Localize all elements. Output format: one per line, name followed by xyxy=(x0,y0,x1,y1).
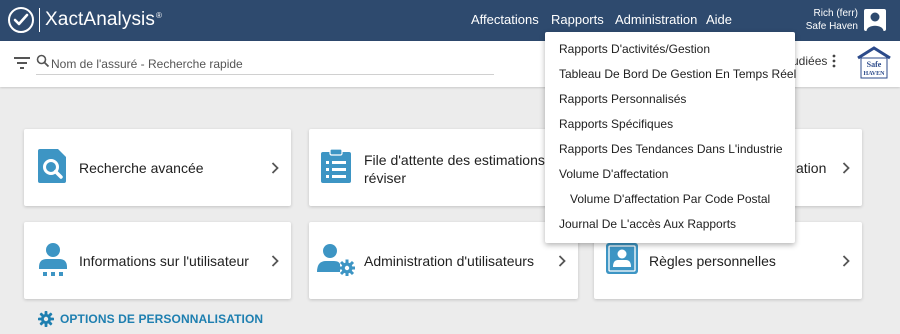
user-info[interactable]: Rich (ferr) Safe Haven xyxy=(806,7,858,33)
nav-aide[interactable]: Aide xyxy=(706,12,732,27)
menu-item-rapports-tendances[interactable]: Rapports Des Tendances Dans L'industrie xyxy=(559,142,783,156)
chevron-right-icon xyxy=(271,255,279,267)
card-informations-utilisateur[interactable]: Informations sur l'utilisateur xyxy=(24,222,291,299)
user-company: Safe Haven xyxy=(805,21,858,32)
avatar-icon[interactable] xyxy=(864,9,886,31)
chevron-right-icon xyxy=(842,162,850,174)
svg-text:HAVEN: HAVEN xyxy=(864,71,886,77)
logo-check-icon xyxy=(8,7,34,33)
card-title: Recherche avancée xyxy=(79,160,204,176)
card-title: Règles personnelles xyxy=(649,253,776,269)
card-title: File d'attente des estimations à réviser xyxy=(364,152,557,186)
user-admin-icon xyxy=(317,244,355,276)
card-title: Administration d'utilisateurs xyxy=(364,253,534,269)
logo-divider xyxy=(39,8,40,32)
menu-item-rapports-activites[interactable]: Rapports D'activités/Gestion xyxy=(559,42,710,56)
quick-search-input[interactable] xyxy=(36,53,494,75)
search-icon xyxy=(36,54,50,68)
menu-item-rapports-specifiques[interactable]: Rapports Spécifiques xyxy=(559,117,673,131)
card-file-attente-estimations[interactable]: File d'attente des estimations à réviser xyxy=(309,129,578,206)
svg-text:Safe: Safe xyxy=(867,60,882,69)
studied-filter-label[interactable]: udiées xyxy=(792,54,827,68)
xactanalysis-logo[interactable]: XactAnalysis® xyxy=(8,7,162,33)
gear-icon xyxy=(38,311,54,327)
rapports-dropdown-menu: Rapports D'activités/Gestion Tableau De … xyxy=(545,32,796,243)
chevron-right-icon xyxy=(842,255,850,267)
search-document-icon xyxy=(38,149,66,183)
menu-item-volume-code-postal[interactable]: Volume D'affectation Par Code Postal xyxy=(570,192,770,206)
logo-text: XactAnalysis® xyxy=(45,9,162,30)
card-title: ation xyxy=(796,160,827,176)
chevron-right-icon xyxy=(271,162,279,174)
personalization-options-link[interactable]: OPTIONS DE PERSONNALISATION xyxy=(38,311,263,327)
menu-item-volume-affectation[interactable]: Volume D'affectation xyxy=(559,167,668,181)
more-options-icon[interactable] xyxy=(831,54,837,68)
menu-item-tableau-de-bord[interactable]: Tableau De Bord De Gestion En Temps Réel xyxy=(559,67,796,81)
user-info-icon xyxy=(39,243,67,276)
contact-card-icon xyxy=(606,243,638,274)
card-recherche-avancee[interactable]: Recherche avancée xyxy=(24,129,291,206)
clipboard-icon xyxy=(321,149,351,183)
user-name: Rich (ferr) xyxy=(813,8,858,19)
filter-icon[interactable] xyxy=(14,57,30,69)
chevron-right-icon xyxy=(558,255,566,267)
options-label: OPTIONS DE PERSONNALISATION xyxy=(60,312,264,326)
nav-affectations[interactable]: Affectations xyxy=(471,12,539,27)
menu-item-journal-acces[interactable]: Journal De L'accès Aux Rapports xyxy=(559,217,736,231)
nav-administration[interactable]: Administration xyxy=(615,12,697,27)
safe-haven-logo: Safe HAVEN xyxy=(857,46,891,79)
card-title: Informations sur l'utilisateur xyxy=(79,253,249,269)
nav-rapports[interactable]: Rapports xyxy=(551,12,604,27)
card-administration-utilisateurs[interactable]: Administration d'utilisateurs xyxy=(309,222,578,299)
menu-item-rapports-personnalises[interactable]: Rapports Personnalisés xyxy=(559,92,686,106)
